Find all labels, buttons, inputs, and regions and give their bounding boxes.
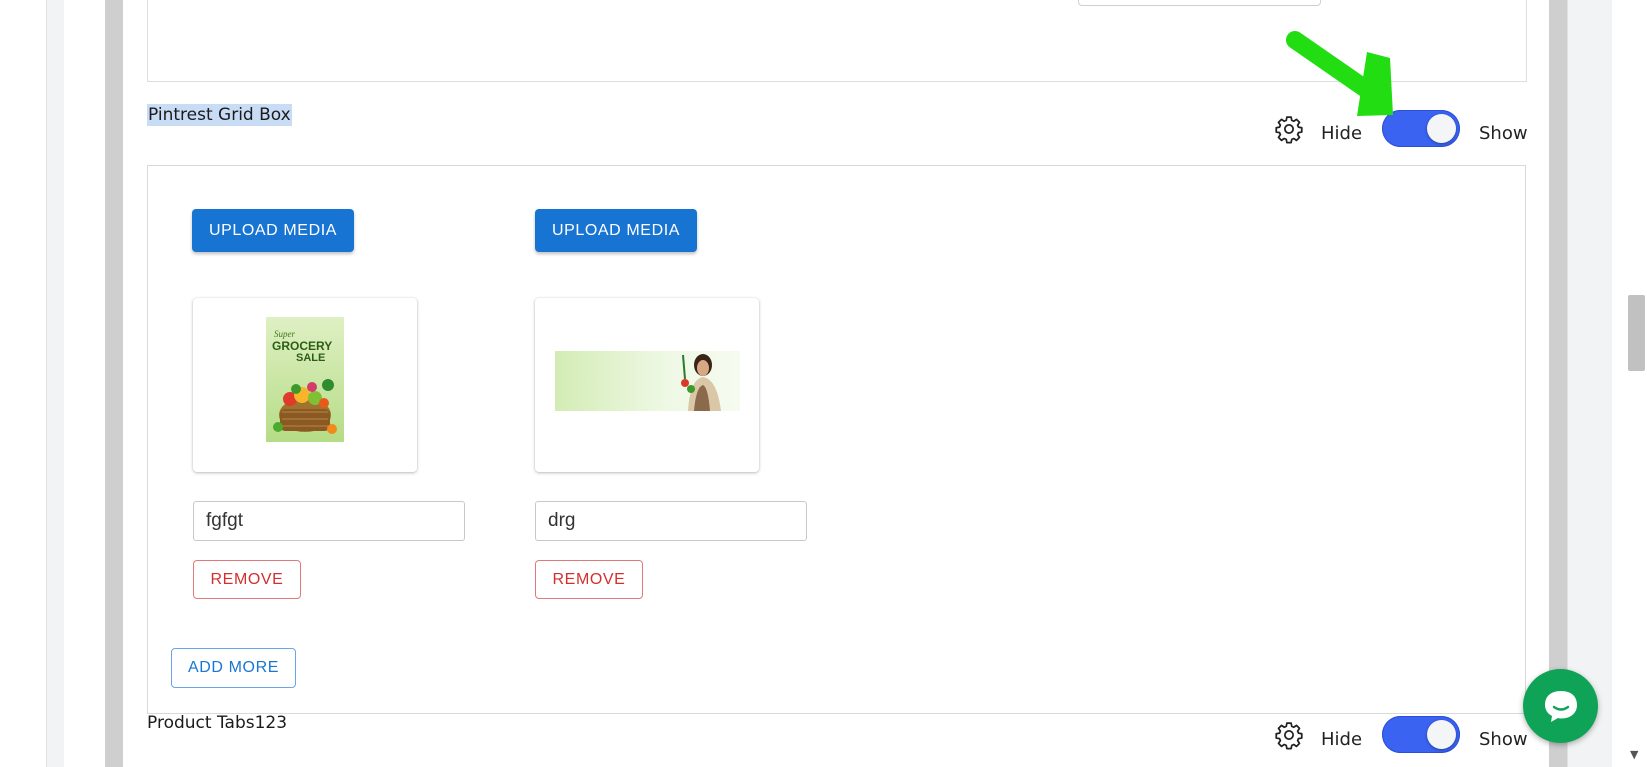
product-tabs-section-title: Product Tabs123 [147, 713, 288, 733]
title-selection-highlight: Pintrest Grid Box [147, 104, 292, 126]
hide-label: Hide [1321, 123, 1363, 144]
svg-text:Super: Super [274, 329, 295, 339]
left-rail [105, 0, 123, 767]
toggle-knob [1427, 720, 1456, 749]
gear-icon[interactable] [1274, 720, 1304, 750]
product-tabs-visibility-toggle[interactable] [1382, 716, 1460, 753]
remove-button-2[interactable]: REMOVE [535, 560, 643, 599]
upload-media-button-1[interactable]: UPLOAD MEDIA [192, 209, 354, 252]
caption-input-2[interactable] [535, 501, 807, 541]
browser-outer-margin [0, 0, 46, 767]
caption-input-1[interactable] [193, 501, 465, 541]
woman-with-vegetables-banner [555, 351, 740, 411]
scrollbar-thumb[interactable] [1628, 295, 1645, 371]
add-more-button[interactable]: ADD MORE [171, 648, 296, 688]
chat-widget-button[interactable] [1523, 669, 1598, 743]
upload-media-button-2[interactable]: UPLOAD MEDIA [535, 209, 697, 252]
show-label: Show [1479, 123, 1528, 144]
chat-bubble-icon [1545, 691, 1577, 722]
left-gutter [46, 0, 65, 767]
grocery-sale-image: Super GROCERY SALE [266, 317, 344, 442]
toggle-knob [1427, 114, 1456, 143]
previous-section-input[interactable] [1078, 0, 1321, 6]
right-rail [1549, 0, 1567, 767]
green-arrow-annotation [1286, 31, 1393, 116]
svg-text:SALE: SALE [296, 352, 325, 364]
svg-text:GROCERY: GROCERY [272, 339, 332, 353]
media-thumbnail-2 [535, 298, 759, 472]
right-gutter [1567, 0, 1612, 767]
scroll-down-arrow-icon[interactable]: ▼ [1630, 748, 1638, 761]
remove-button-1[interactable]: REMOVE [193, 560, 301, 599]
hide-label: Hide [1321, 729, 1363, 750]
show-label: Show [1479, 729, 1528, 750]
media-thumbnail-1: Super GROCERY SALE [193, 298, 417, 472]
pintrest-section-title: Pintrest Grid Box [147, 104, 292, 126]
